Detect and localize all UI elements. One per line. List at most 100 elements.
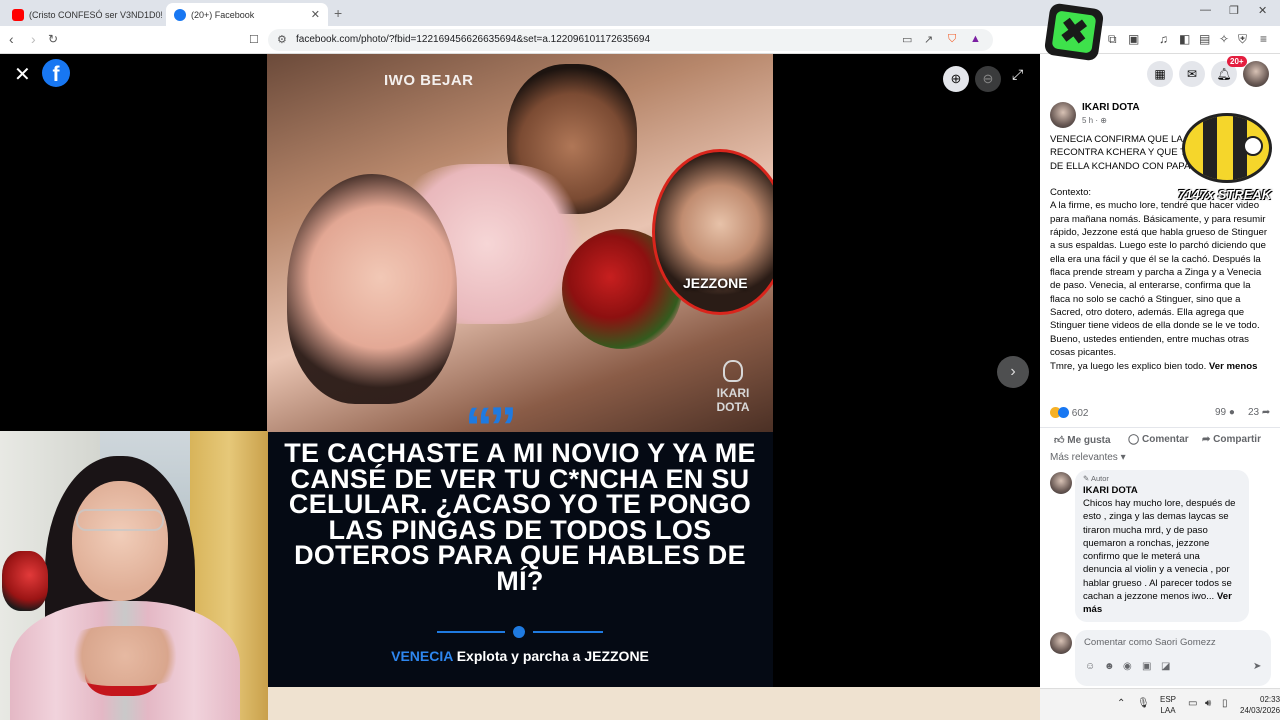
divider-dot <box>513 626 525 638</box>
minimize-icon[interactable]: — <box>1200 4 1211 16</box>
profile-avatar[interactable] <box>1243 61 1269 87</box>
comment-button[interactable]: ◯ Comentar <box>1128 434 1189 445</box>
comment-icon: ◯ <box>1128 434 1140 445</box>
like-label: Me gusta <box>1067 435 1111 446</box>
clock-date: 24/03/2026 <box>1240 706 1280 715</box>
comment-sort-dropdown[interactable]: Más relevantes ▾ <box>1050 452 1126 463</box>
leo-icon[interactable]: ✧ <box>1219 32 1229 46</box>
media-icon[interactable]: ♫ <box>1159 32 1168 46</box>
bookmark-icon[interactable]: ☐ <box>249 33 259 46</box>
comment-placeholder: Comentar como Saori Gomezz <box>1084 637 1216 648</box>
globe-icon: ⊕ <box>1100 116 1107 125</box>
post-time-text: 5 h · <box>1082 116 1101 125</box>
url-text: facebook.com/photo/?fbid=122169456626635… <box>296 34 651 45</box>
webcam-hands <box>60 626 190 686</box>
reload-icon[interactable]: ↻ <box>48 32 58 46</box>
skull-logo-icon <box>723 360 743 382</box>
webcam-glasses <box>76 509 164 531</box>
photo-girl <box>287 174 457 404</box>
network-icon[interactable]: ▭ <box>1188 698 1197 709</box>
system-clock[interactable]: 02:33 24/03/2026 <box>1240 694 1280 716</box>
cast-icon[interactable]: ▭ <box>902 33 912 46</box>
language-indicator[interactable]: ESP LAA <box>1160 694 1176 716</box>
site-settings-icon[interactable]: ⚙ <box>277 33 287 46</box>
battery-icon[interactable]: ▯ <box>1222 698 1228 709</box>
my-avatar <box>1050 632 1072 654</box>
photo-headline: TE CACHASTE A MI NOVIO Y YA ME CANSÉ DE … <box>284 438 756 596</box>
messenger-icon[interactable]: ✉ <box>1179 61 1205 87</box>
address-bar[interactable]: ⚙ facebook.com/photo/?fbid=1221694566266… <box>268 29 993 51</box>
divider-left <box>437 631 505 633</box>
pencil-icon: ✎ <box>1083 474 1090 483</box>
comments-count-link[interactable]: 99 ● <box>1215 407 1235 418</box>
chevron-up-icon[interactable]: ⌃ <box>1117 698 1125 709</box>
wallet-icon[interactable]: ▤ <box>1199 32 1210 46</box>
notifications-badge: 20+ <box>1227 56 1247 67</box>
maximize-icon[interactable]: ❐ <box>1229 4 1239 17</box>
like-reaction-icon <box>1058 407 1069 418</box>
share-button[interactable]: ➦ Compartir <box>1202 434 1261 445</box>
clock-time: 02:33 <box>1260 695 1280 704</box>
reactions-summary[interactable]: 602 <box>1050 407 1088 419</box>
facebook-logo-icon[interactable]: f <box>42 59 70 87</box>
back-icon[interactable]: ‹ <box>9 31 14 47</box>
microphone-tray-icon[interactable]: 🎙︎ <box>1137 698 1150 709</box>
watermark-line1: IKARI <box>716 386 750 400</box>
emoji-icon[interactable]: ☻ <box>1104 661 1115 672</box>
browser-tab-facebook[interactable]: (20+) Facebook ✕ <box>166 3 328 26</box>
bottom-strip <box>268 687 1040 720</box>
tab-title: (Cristo CONFESÓ ser V3ND1D0! <box>29 9 162 20</box>
sort-label: Más relevantes <box>1050 452 1118 463</box>
gif-icon[interactable]: ▣ <box>1142 661 1151 672</box>
menu-icon[interactable]: ≡ <box>1260 32 1267 46</box>
share-arrow-icon: ➦ <box>1261 407 1271 418</box>
reactions-count: 602 <box>1071 408 1089 419</box>
close-viewer-icon[interactable]: ✕ <box>14 62 31 87</box>
sidebar-icon[interactable]: ◧ <box>1179 32 1190 46</box>
bee-stripe <box>1203 116 1217 180</box>
streak-sticker: 7147x STREAK <box>1130 101 1280 205</box>
shares-count-link[interactable]: 23 ➦ <box>1248 407 1270 418</box>
author-avatar[interactable] <box>1050 102 1076 128</box>
comment-input[interactable]: Comentar como Saori Gomezz ☺ ☻ ◉ ▣ ◪ ➤ <box>1075 630 1271 686</box>
zoom-out-icon[interactable]: ⊖ <box>975 66 1001 92</box>
lang-line2: LAA <box>1160 706 1176 715</box>
comment-label: Comentar <box>1141 434 1189 445</box>
window-close-icon[interactable]: ✕ <box>1258 4 1267 17</box>
x-logo-icon: ✖ <box>1051 10 1097 54</box>
share-label: Compartir <box>1213 434 1261 445</box>
brave-shield-icon[interactable]: ⛉ <box>948 33 956 46</box>
comment-author[interactable]: IKARI DOTA <box>1083 485 1241 496</box>
fullscreen-icon[interactable]: ⤢ <box>1012 66 1023 83</box>
extensions-icon[interactable]: ⧉ <box>1108 32 1117 47</box>
tab-title: (20+) Facebook <box>191 9 255 20</box>
post-time: 5 h · ⊕ <box>1082 116 1107 125</box>
comment-body: Chicos hay mucho lore, después de esto ,… <box>1083 498 1236 603</box>
tab-search-icon[interactable]: ▣ <box>1128 32 1139 46</box>
next-photo-button[interactable]: › <box>997 356 1029 388</box>
commenter-avatar[interactable] <box>1050 472 1072 494</box>
streamer-logo: ✖ <box>1043 2 1105 62</box>
tab-close-icon[interactable]: ✕ <box>311 8 320 21</box>
sticker-icon[interactable]: ◪ <box>1161 661 1170 672</box>
name-tag-iwo: IWO BEJAR <box>384 72 474 89</box>
like-button[interactable]: 👍︎ Me gusta <box>1054 434 1111 446</box>
avatar-sticker-icon[interactable]: ☺ <box>1085 661 1095 672</box>
lang-line1: ESP <box>1160 695 1177 704</box>
rewards-icon[interactable]: ▲ <box>970 33 981 45</box>
volume-icon[interactable]: 🔊︎ <box>1205 698 1211 709</box>
caption-highlight: VENECIA <box>391 648 453 664</box>
see-less-link[interactable]: Ver menos <box>1209 361 1258 372</box>
watermark-line2: DOTA <box>716 400 750 414</box>
zoom-in-icon[interactable]: ⊕ <box>943 66 969 92</box>
share-icon[interactable]: ↗ <box>924 33 933 46</box>
send-icon[interactable]: ➤ <box>1253 661 1261 672</box>
browser-tab-youtube[interactable]: (Cristo CONFESÓ ser V3ND1D0! <box>4 3 162 26</box>
author-badge: ✎ Autor <box>1083 474 1241 483</box>
camera-icon[interactable]: ◉ <box>1123 661 1132 672</box>
forward-icon[interactable]: › <box>31 31 36 47</box>
webcam-overlay <box>0 431 268 720</box>
new-tab-button[interactable]: + <box>334 5 342 21</box>
vpn-icon[interactable]: ⛨ <box>1238 32 1247 47</box>
menu-grid-icon[interactable]: ▦ <box>1147 61 1173 87</box>
